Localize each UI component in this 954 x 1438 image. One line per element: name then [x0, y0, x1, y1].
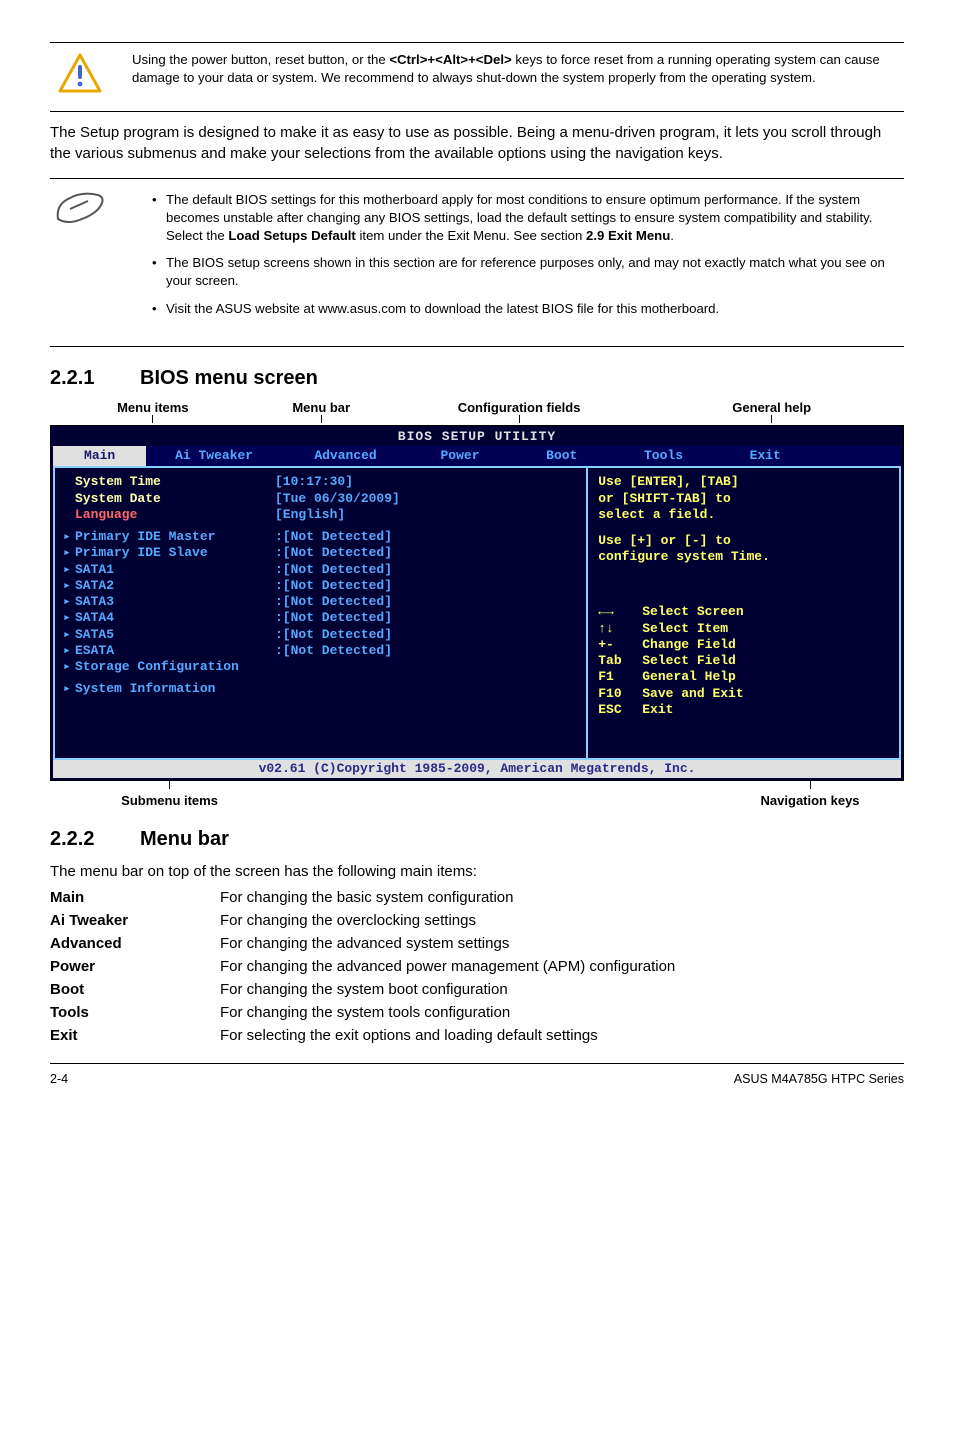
bios-tab-exit[interactable]: Exit	[714, 446, 816, 466]
bios-tab-power[interactable]: Power	[409, 446, 511, 466]
diagram-bottom-labels: Submenu items Navigation keys	[50, 793, 904, 808]
bios-tab-bar: Main Ai Tweaker Advanced Power Boot Tool…	[53, 446, 901, 466]
menu-key-ai: Ai Tweaker	[50, 909, 220, 932]
page-footer: 2-4 ASUS M4A785G HTPC Series	[50, 1066, 904, 1086]
bios-title: BIOS SETUP UTILITY	[53, 428, 901, 446]
submenu-primary-ide-slave[interactable]: Primary IDE Slave	[75, 545, 275, 561]
menu-key-advanced: Advanced	[50, 932, 220, 955]
page-number: 2-4	[50, 1072, 68, 1086]
note-icon	[50, 187, 110, 328]
bios-tab-tools[interactable]: Tools	[613, 446, 715, 466]
submenu-sata5[interactable]: SATA5	[75, 627, 275, 643]
bios-tab-ai[interactable]: Ai Tweaker	[146, 446, 282, 466]
menu-key-tools: Tools	[50, 1001, 220, 1024]
note-item-3: Visit the ASUS website at www.asus.com t…	[152, 300, 904, 318]
menu-key-main: Main	[50, 886, 220, 909]
field-system-time[interactable]: System Time	[75, 474, 275, 490]
bios-nav-keys: ←→Select Screen ↑↓Select Item +-Change F…	[598, 604, 891, 718]
submenu-sata3[interactable]: SATA3	[75, 594, 275, 610]
bios-screenshot: BIOS SETUP UTILITY Main Ai Tweaker Advan…	[50, 425, 904, 781]
section-heading-221: 2.2.1BIOS menu screen	[50, 367, 904, 390]
menu-key-exit: Exit	[50, 1024, 220, 1047]
bios-help-pane: Use [ENTER], [TAB] or [SHIFT-TAB] to sel…	[587, 466, 901, 759]
field-language[interactable]: Language	[75, 507, 275, 523]
submenu-arrow-icon: ▸	[63, 529, 75, 545]
product-name: ASUS M4A785G HTPC Series	[734, 1072, 904, 1086]
submenu-system-information[interactable]: System Information	[75, 681, 275, 697]
submenu-sata4[interactable]: SATA4	[75, 610, 275, 626]
note-item-1: The default BIOS settings for this mothe…	[152, 191, 904, 244]
bios-tab-main[interactable]: Main	[53, 446, 146, 466]
note-list: The default BIOS settings for this mothe…	[132, 187, 904, 328]
submenu-storage-config[interactable]: Storage Configuration	[75, 659, 275, 675]
field-system-date[interactable]: System Date	[75, 491, 275, 507]
submenu-primary-ide-master[interactable]: Primary IDE Master	[75, 529, 275, 545]
warning-text: Using the power button, reset button, or…	[132, 51, 904, 93]
submenu-sata2[interactable]: SATA2	[75, 578, 275, 594]
section-222-intro: The menu bar on top of the screen has th…	[50, 861, 904, 882]
menu-definitions-table: MainFor changing the basic system config…	[50, 886, 904, 1047]
note-item-2: The BIOS setup screens shown in this sec…	[152, 254, 904, 290]
submenu-sata1[interactable]: SATA1	[75, 562, 275, 578]
intro-paragraph: The Setup program is designed to make it…	[50, 122, 904, 164]
menu-key-power: Power	[50, 955, 220, 978]
bios-left-pane: System Time[10:17:30] System Date[Tue 06…	[53, 466, 587, 759]
diagram-top-labels: Menu items Menu bar Configuration fields…	[50, 400, 904, 415]
bios-tab-advanced[interactable]: Advanced	[282, 446, 409, 466]
bios-copyright: v02.61 (C)Copyright 1985-2009, American …	[53, 760, 901, 778]
warning-icon	[50, 51, 110, 93]
bios-tab-boot[interactable]: Boot	[511, 446, 613, 466]
submenu-esata[interactable]: ESATA	[75, 643, 275, 659]
menu-key-boot: Boot	[50, 978, 220, 1001]
section-heading-222: 2.2.2Menu bar	[50, 828, 904, 851]
